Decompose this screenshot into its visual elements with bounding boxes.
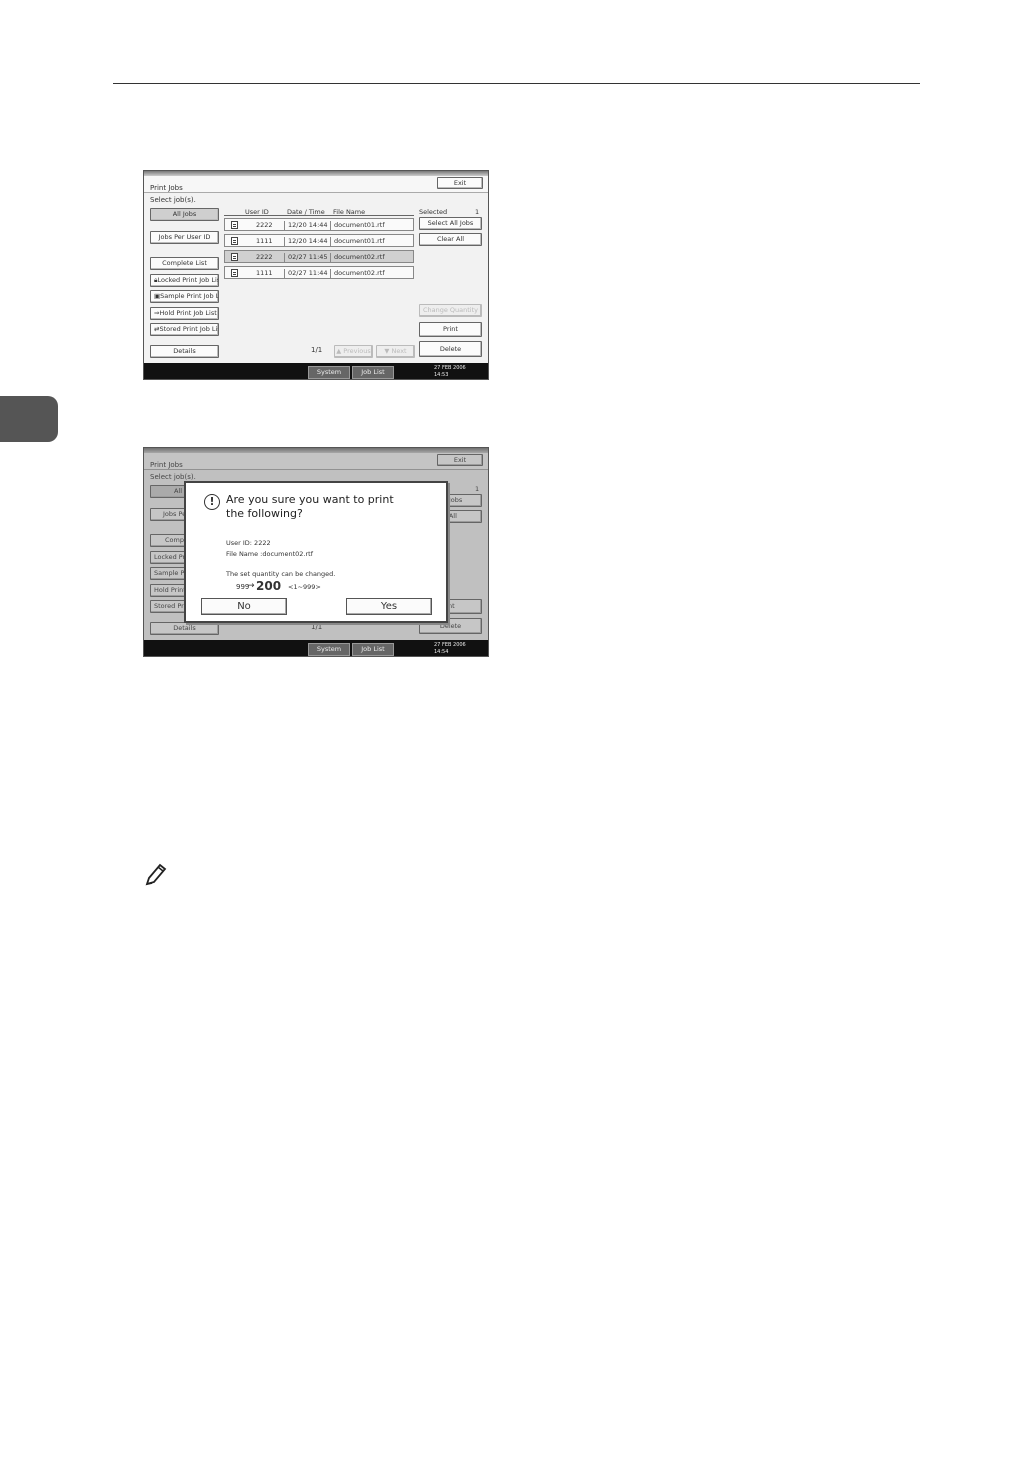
page-indicator: 1/1 [311, 346, 323, 354]
job-datetime: 12/20 14:44 [288, 237, 328, 245]
cell-divider [330, 221, 331, 230]
selected-label: Selected [419, 208, 448, 216]
job-user: 2222 [256, 253, 273, 261]
cell-divider [284, 237, 285, 246]
print-button[interactable]: Print [419, 322, 482, 337]
locked-print-list-button[interactable]: 🔒︎Locked Print Job List [150, 274, 219, 287]
job-file: document01.rtf [334, 221, 385, 229]
hold-print-list-button[interactable]: ⇒Hold Print Job List [150, 307, 219, 320]
document-icon [231, 237, 238, 245]
exit-button[interactable]: Exit [437, 177, 483, 189]
header-rule [113, 83, 920, 84]
table-row[interactable]: 1111 12/20 14:44 document01.rtf [224, 234, 414, 247]
dialog-question-line2: the following? [226, 507, 303, 520]
dialog-file-name: File Name :document02.rtf [226, 550, 314, 558]
clock: 27 FEB 2006 14:53 [434, 365, 466, 379]
all-jobs-button[interactable]: All Jobs [150, 208, 219, 221]
clock-date: 27 FEB 2006 [434, 642, 466, 648]
clock: 27 FEB 2006 14:54 [434, 642, 466, 656]
screen-title: Print Jobs [150, 184, 183, 192]
exclamation-icon: ! [204, 494, 220, 510]
print-confirm-dialog: ! Are you sure you want to print the fol… [184, 481, 448, 623]
print-jobs-screen: Print Jobs Exit Select job(s). All Jobs … [143, 170, 489, 380]
cell-divider [284, 269, 285, 278]
clock-date: 27 FEB 2006 [434, 365, 466, 371]
clear-all-button[interactable]: Clear All [419, 233, 482, 246]
table-row[interactable]: 2222 12/20 14:44 document01.rtf [224, 218, 414, 231]
stored-label: Stored Print Job List [159, 325, 219, 333]
dialog-quantity-note: The set quantity can be changed. [226, 570, 336, 578]
print-confirm-screen: Print Jobs Exit Select job(s). All Jobs … [143, 447, 489, 657]
system-status-button[interactable]: System Status [308, 366, 350, 379]
cell-divider [330, 269, 331, 278]
table-row-selected[interactable]: 2222 02/27 11:45 document02.rtf [224, 250, 414, 263]
job-datetime: 02/27 11:45 [288, 253, 328, 261]
next-button[interactable]: ▼ Next [376, 345, 415, 358]
sample-print-list-button[interactable]: ▣Sample Print Job List [150, 290, 219, 303]
previous-button[interactable]: ▲ Previous [334, 345, 373, 358]
arrow-right-icon: → [247, 581, 255, 591]
document-icon [231, 253, 238, 261]
clock-time: 14:53 [434, 372, 449, 378]
complete-list-button[interactable]: Complete List [150, 257, 219, 270]
select-all-jobs-button[interactable]: Select All Jobs [419, 217, 482, 230]
locked-label: Locked Print Job List [157, 276, 219, 284]
selected-count: 1 [475, 208, 480, 216]
quantity-range: <1~999> [288, 583, 321, 591]
dialog-question-line1: Are you sure you want to print [226, 493, 394, 506]
document-icon [231, 221, 238, 229]
job-user: 2222 [256, 221, 273, 229]
job-file: document02.rtf [334, 253, 385, 261]
cell-divider [284, 253, 285, 262]
no-button[interactable]: No [201, 598, 287, 615]
header-divider [224, 215, 414, 216]
system-status-button[interactable]: System Status [308, 643, 350, 656]
jobs-per-user-button[interactable]: Jobs Per User ID [150, 231, 219, 244]
delete-button[interactable]: Delete [419, 341, 482, 357]
cell-divider [330, 253, 331, 262]
new-quantity[interactable]: 200 [256, 579, 281, 593]
cell-divider [284, 221, 285, 230]
change-quantity-button[interactable]: Change Quantity [419, 304, 482, 317]
yes-button[interactable]: Yes [346, 598, 432, 615]
job-datetime: 02/27 11:44 [288, 269, 328, 277]
dialog-user-id: User ID: 2222 [226, 539, 271, 547]
table-row[interactable]: 1111 02/27 11:44 document02.rtf [224, 266, 414, 279]
pencil-note-icon [145, 863, 167, 886]
job-file: document01.rtf [334, 237, 385, 245]
sample-label: Sample Print Job List [160, 292, 219, 300]
status-bar: System Status Job List 27 FEB 2006 14:53 [144, 363, 488, 379]
job-list-button[interactable]: Job List [352, 643, 394, 656]
hold-label: Hold Print Job List [159, 309, 217, 317]
job-user: 1111 [256, 237, 273, 245]
job-list-button[interactable]: Job List [352, 366, 394, 379]
job-file: document02.rtf [334, 269, 385, 277]
select-jobs-label: Select job(s). [150, 196, 196, 204]
clock-time: 14:54 [434, 649, 449, 655]
status-bar: System Status Job List 27 FEB 2006 14:54 [144, 640, 488, 656]
job-datetime: 12/20 14:44 [288, 221, 328, 229]
job-user: 1111 [256, 269, 273, 277]
chapter-tab [0, 396, 58, 442]
details-button[interactable]: Details [150, 345, 219, 358]
stored-print-list-button[interactable]: ⇄Stored Print Job List [150, 323, 219, 336]
cell-divider [330, 237, 331, 246]
document-icon [231, 269, 238, 277]
